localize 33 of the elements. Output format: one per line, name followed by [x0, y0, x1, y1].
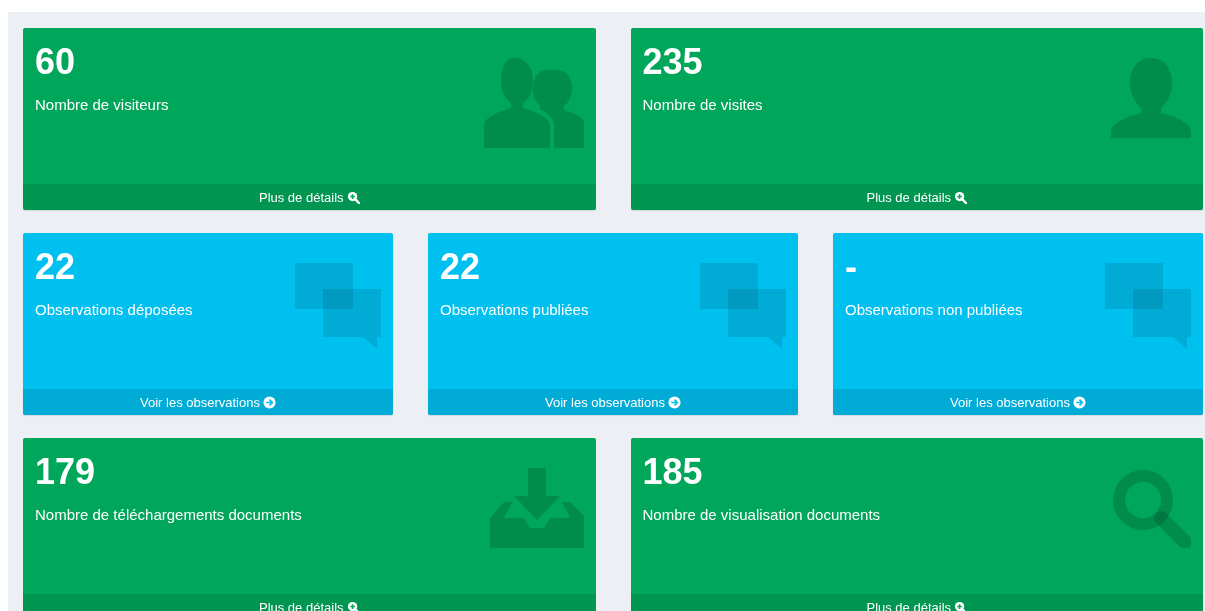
details-link[interactable]: Voir les observations — [23, 389, 393, 415]
stat-label: Observations déposées — [35, 300, 194, 318]
arrow-circle-icon — [667, 395, 681, 409]
stat-value: 179 — [35, 452, 97, 492]
details-link[interactable]: Plus de détails — [23, 594, 596, 611]
details-link[interactable]: Plus de détails — [23, 184, 596, 210]
zoom-in-icon — [954, 190, 968, 204]
user-icon — [1111, 58, 1191, 138]
stat-label: Nombre de visites — [642, 95, 764, 113]
arrow-circle-icon — [262, 395, 276, 409]
stat-label: Observations publiées — [440, 300, 590, 318]
chat-bubbles-icon — [1105, 263, 1191, 349]
download-tray-icon — [489, 468, 584, 548]
arrow-circle-icon — [1072, 395, 1086, 409]
stat-value: - — [845, 247, 858, 287]
users-icon — [483, 58, 584, 148]
chat-bubbles-icon — [295, 263, 381, 349]
stat-label: Nombre de téléchargements documents — [35, 505, 303, 523]
stat-label: Observations non publiées — [845, 300, 1024, 318]
details-link[interactable]: Plus de détails — [630, 594, 1203, 611]
stat-value: 185 — [642, 452, 704, 492]
details-link[interactable]: Voir les observations — [428, 389, 798, 415]
stat-value: 235 — [642, 42, 704, 82]
stat-value: 22 — [440, 247, 482, 287]
details-link[interactable]: Plus de détails — [630, 184, 1203, 210]
stat-value: 22 — [35, 247, 77, 287]
chat-bubbles-icon — [700, 263, 786, 349]
zoom-in-icon — [346, 190, 360, 204]
stat-label: Nombre de visualisation documents — [642, 505, 882, 523]
stat-value: 60 — [35, 42, 77, 82]
search-icon — [1111, 468, 1191, 548]
stat-label: Nombre de visiteurs — [35, 95, 170, 113]
details-link[interactable]: Voir les observations — [833, 389, 1203, 415]
